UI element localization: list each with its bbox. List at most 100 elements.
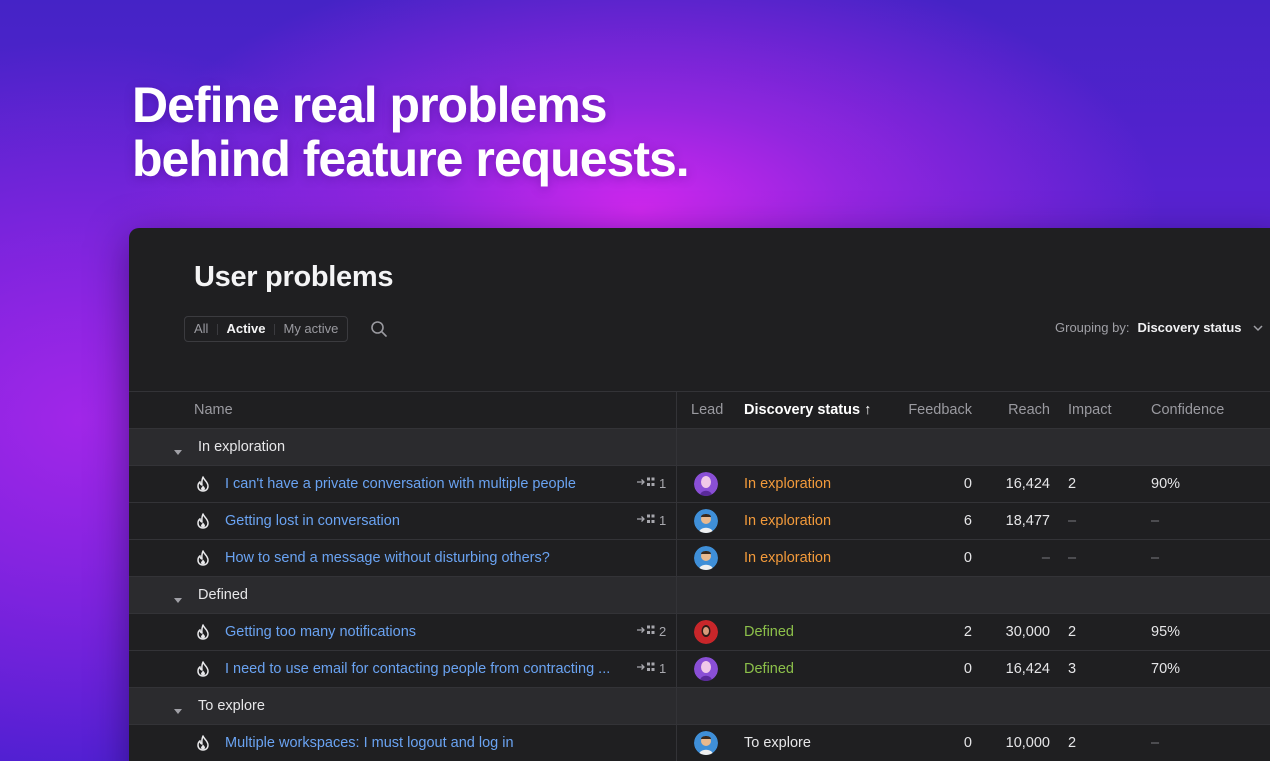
- column-divider: [676, 577, 677, 613]
- headline: Define real problems behind feature requ…: [132, 77, 690, 187]
- problems-table: Name Lead Discovery status ↑ Feedback Re…: [129, 391, 1270, 761]
- column-header-lead[interactable]: Lead: [691, 392, 723, 428]
- feedback-count: 6: [963, 513, 972, 529]
- headline-line-1: Define real problems: [132, 77, 608, 133]
- group-row[interactable]: Defined: [129, 577, 1270, 614]
- reach-value: 16,424: [1005, 661, 1050, 677]
- fire-icon: [196, 661, 210, 677]
- column-header-feedback[interactable]: Feedback: [889, 392, 972, 428]
- column-divider: [676, 392, 677, 428]
- fire-icon: [196, 476, 210, 492]
- group-label: Defined: [198, 587, 248, 603]
- column-divider: [676, 651, 677, 687]
- impact-value: 2: [1068, 735, 1077, 751]
- table-header: Name Lead Discovery status ↑ Feedback Re…: [129, 392, 1270, 429]
- column-divider: [676, 725, 677, 761]
- table-row[interactable]: Getting too many notifications 2 Defined 2 3…: [129, 614, 1270, 651]
- confidence-value: 95%: [1151, 624, 1181, 640]
- group-row[interactable]: In exploration: [129, 429, 1270, 466]
- table-row[interactable]: How to send a message without disturbing…: [129, 540, 1270, 577]
- search-icon[interactable]: [370, 320, 388, 338]
- avatar[interactable]: [694, 620, 718, 644]
- fire-icon: [196, 513, 210, 529]
- discovery-status[interactable]: Defined: [744, 651, 794, 687]
- linked-items-count[interactable]: 1: [636, 651, 666, 687]
- confidence-value: 70%: [1151, 661, 1181, 677]
- table-row[interactable]: Getting lost in conversation 1 In explorat…: [129, 503, 1270, 540]
- column-divider: [676, 688, 677, 724]
- avatar[interactable]: [694, 509, 718, 533]
- user-problems-panel: User problems All Active My active Group…: [129, 228, 1270, 761]
- filter-all[interactable]: All: [185, 317, 217, 341]
- problem-name-link[interactable]: I need to use email for contacting peopl…: [225, 651, 610, 687]
- linked-items-icon: [636, 651, 656, 687]
- discovery-status[interactable]: In exploration: [744, 466, 831, 502]
- linked-items-count[interactable]: 1: [636, 503, 666, 539]
- linked-items-number: 2: [659, 624, 667, 639]
- column-header-impact[interactable]: Impact: [1068, 392, 1112, 428]
- discovery-status[interactable]: Defined: [744, 614, 794, 650]
- caret-down-icon[interactable]: [174, 444, 182, 455]
- filter-active[interactable]: Active: [217, 317, 274, 341]
- confidence-value: –: [1151, 513, 1160, 529]
- grouping-value: Discovery status: [1137, 320, 1242, 335]
- caret-down-icon[interactable]: [174, 703, 182, 714]
- headline-line-2: behind feature requests.: [132, 131, 690, 187]
- linked-items-count[interactable]: 2: [636, 614, 666, 650]
- feedback-count: 0: [963, 476, 972, 492]
- problem-name-link[interactable]: Multiple workspaces: I must logout and l…: [225, 725, 514, 761]
- column-header-reach[interactable]: Reach: [975, 392, 1050, 428]
- problem-name-link[interactable]: Getting lost in conversation: [225, 503, 400, 539]
- linked-items-number: 1: [659, 476, 667, 491]
- table-row[interactable]: I need to use email for contacting peopl…: [129, 651, 1270, 688]
- feedback-count: 0: [963, 661, 972, 677]
- fire-icon: [196, 624, 210, 640]
- impact-value: 2: [1068, 624, 1077, 640]
- fire-icon: [196, 735, 210, 751]
- impact-value: 2: [1068, 476, 1077, 492]
- impact-value: 3: [1068, 661, 1077, 677]
- group-row[interactable]: To explore: [129, 688, 1270, 725]
- feedback-count: 0: [963, 550, 972, 566]
- discovery-status[interactable]: To explore: [744, 725, 811, 761]
- group-label: To explore: [198, 698, 265, 714]
- filter-segmented-control: All Active My active: [184, 316, 349, 342]
- column-header-discovery-status[interactable]: Discovery status ↑: [744, 392, 871, 428]
- avatar[interactable]: [694, 657, 718, 681]
- group-label: In exploration: [198, 439, 286, 455]
- linked-items-icon: [636, 466, 656, 502]
- confidence-value: –: [1151, 735, 1160, 751]
- fire-icon: [196, 550, 210, 566]
- column-divider: [676, 614, 677, 650]
- problem-name-link[interactable]: Getting too many notifications: [225, 614, 416, 650]
- linked-items-number: 1: [659, 661, 667, 676]
- reach-value: 10,000: [1005, 735, 1050, 751]
- avatar[interactable]: [694, 472, 718, 496]
- grouping-label: Grouping by:: [1055, 320, 1130, 335]
- avatar[interactable]: [694, 731, 718, 755]
- reach-value: 16,424: [1005, 476, 1050, 492]
- impact-value: –: [1068, 550, 1077, 566]
- discovery-status[interactable]: In exploration: [744, 503, 831, 539]
- chevron-down-icon: [1252, 324, 1263, 331]
- table-row[interactable]: I can't have a private conversation with…: [129, 466, 1270, 503]
- reach-value: 30,000: [1005, 624, 1050, 640]
- discovery-status[interactable]: In exploration: [744, 540, 831, 576]
- linked-items-icon: [636, 503, 656, 539]
- linked-items-icon: [636, 614, 656, 650]
- avatar[interactable]: [694, 546, 718, 570]
- table-row[interactable]: Multiple workspaces: I must logout and l…: [129, 725, 1270, 761]
- grouping-selector[interactable]: Grouping by: Discovery status: [1055, 320, 1264, 335]
- column-header-confidence[interactable]: Confidence: [1151, 392, 1224, 428]
- reach-value: –: [1041, 550, 1050, 566]
- linked-items-count[interactable]: 1: [636, 466, 666, 502]
- confidence-value: 90%: [1151, 476, 1181, 492]
- problem-name-link[interactable]: I can't have a private conversation with…: [225, 466, 576, 502]
- feedback-count: 2: [963, 624, 972, 640]
- page-title: User problems: [194, 261, 394, 293]
- filter-my-active[interactable]: My active: [274, 317, 347, 341]
- column-divider: [676, 429, 677, 465]
- problem-name-link[interactable]: How to send a message without disturbing…: [225, 540, 550, 576]
- caret-down-icon[interactable]: [174, 592, 182, 603]
- column-header-name[interactable]: Name: [194, 392, 233, 428]
